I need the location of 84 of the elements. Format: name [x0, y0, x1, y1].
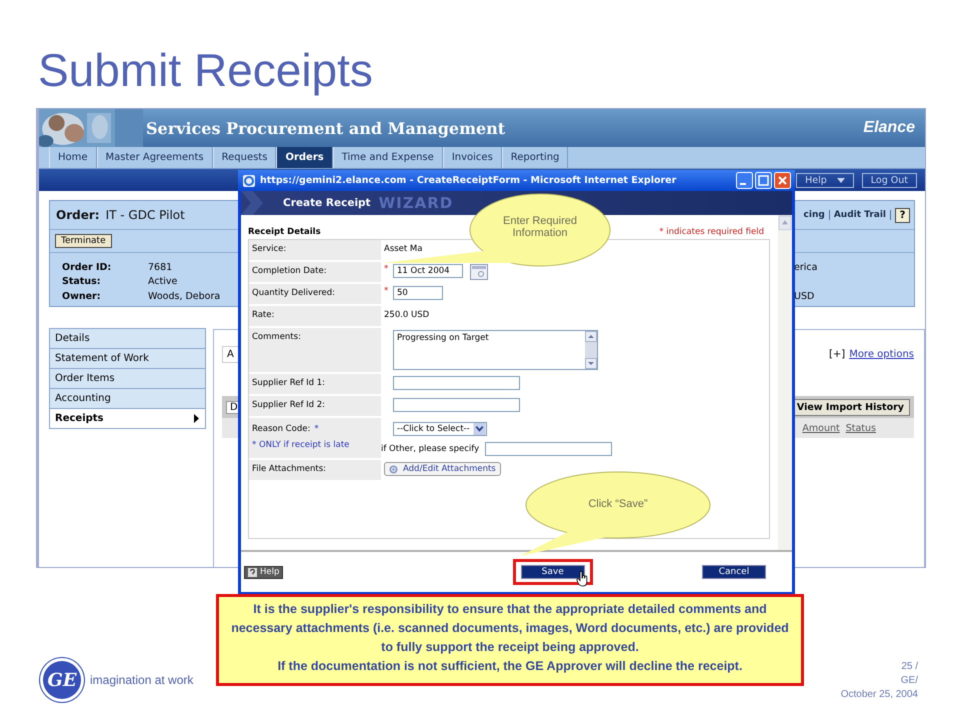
- input-field[interactable]: [485, 442, 612, 456]
- chevron-down-icon: [472, 423, 486, 435]
- field-value: Active: [148, 276, 178, 288]
- window-title: https://gemini2.elance.com - CreateReceiptForm - Microsoft Internet Explorer: [260, 175, 676, 186]
- terminate-button[interactable]: Terminate: [55, 234, 112, 248]
- menu-item[interactable]: Order Items: [49, 368, 206, 389]
- note-text: If the documentation is not sufficient, the GE Approver will decline the receipt.: [276, 658, 744, 675]
- field-value: 250.0 USD: [384, 309, 430, 320]
- menu-item[interactable]: Statement of Work: [49, 348, 206, 369]
- callout-text: Enter Required Information: [502, 215, 578, 239]
- required-marker: *: [384, 264, 390, 274]
- field-label: Quantity Delivered:: [252, 288, 335, 298]
- field-label: Completion Date:: [252, 266, 327, 276]
- menu-item[interactable]: Accounting: [49, 388, 206, 409]
- tagline: imagination at work: [90, 673, 194, 687]
- nav-tab[interactable]: Invoices: [442, 147, 502, 168]
- field-label: if Other, please specify: [381, 444, 480, 454]
- field-label: Reason Code:: [252, 424, 310, 434]
- column-header[interactable]: Amount: [802, 422, 840, 434]
- required-note: * indicates required field: [659, 227, 764, 237]
- input-field[interactable]: [393, 398, 520, 412]
- field-value: Asset Ma: [384, 243, 422, 254]
- column-header[interactable]: Status: [846, 422, 876, 434]
- hint-text: * ONLY if receipt is late: [252, 440, 350, 450]
- expand-marker: [+]: [829, 348, 846, 360]
- minimize-icon[interactable]: [736, 172, 753, 189]
- comments-field[interactable]: Progressing on Target: [393, 330, 598, 370]
- field-label: Comments:: [252, 332, 301, 342]
- hand-cursor-icon: [576, 571, 588, 587]
- order-name: IT - GDC Pilot: [106, 208, 185, 222]
- input-field[interactable]: 50: [393, 286, 443, 300]
- attachments-button[interactable]: Add/Edit Attachments: [384, 462, 501, 476]
- app-title: Services Procurement and Management: [146, 118, 506, 138]
- top-button[interactable]: Log Out: [862, 172, 917, 188]
- input-field[interactable]: [393, 376, 520, 390]
- required-marker: *: [384, 286, 390, 296]
- wizard-title: Create Receipt: [283, 197, 371, 209]
- help-button[interactable]: Help: [244, 566, 284, 578]
- nav-tab[interactable]: Time and Expense: [332, 147, 443, 168]
- field-value: erica: [794, 262, 818, 273]
- dropdown[interactable]: --Click to Select--: [393, 422, 487, 436]
- field-label: Owner:: [62, 290, 101, 302]
- nav-link[interactable]: Audit Trail: [834, 210, 891, 220]
- watermark-text: WIZARD: [378, 193, 454, 214]
- company-name: GE/: [900, 674, 918, 688]
- menu-item[interactable]: Details: [49, 328, 206, 349]
- field-label: Order ID:: [62, 262, 112, 273]
- field-label: File Attachments:: [252, 464, 326, 474]
- cancel-button[interactable]: Cancel: [702, 565, 766, 579]
- callout-text: Click “Save”: [587, 498, 649, 510]
- help-button[interactable]: ?: [895, 208, 910, 222]
- nav-tab[interactable]: Orders: [276, 147, 333, 168]
- date-text: October 25, 2004: [840, 688, 918, 702]
- date-field[interactable]: 11 Oct 2004: [393, 264, 463, 278]
- save-button[interactable]: Save: [520, 565, 585, 579]
- field-label: Supplier Ref Id 1:: [252, 378, 326, 388]
- section-title: Receipt Details: [248, 227, 321, 237]
- close-icon[interactable]: [774, 172, 791, 189]
- required-marker: *: [314, 424, 319, 434]
- calendar-icon[interactable]: [470, 264, 488, 280]
- nav-tab[interactable]: Master Agreements: [96, 147, 213, 168]
- browser-icon: [242, 174, 256, 188]
- nav-tab[interactable]: Home: [49, 147, 97, 168]
- maximize-icon[interactable]: [755, 172, 772, 189]
- nav-tab[interactable]: Reporting: [502, 147, 568, 168]
- note-text: It is the supplier's responsibility to ensure that the appropriate detailed comments and necessary attachments (i.e. scanned documents, images, Word documents, etc.) are provided to fully support the receipt being approved.: [230, 601, 790, 656]
- nav-link[interactable]: cing: [804, 210, 830, 220]
- app-logo: Elance: [863, 119, 915, 137]
- slide-title: Submit Receipts: [37, 43, 374, 98]
- field-label: Supplier Ref Id 2:: [252, 400, 326, 410]
- top-button[interactable]: Help: [796, 172, 854, 188]
- logo: GE: [40, 658, 84, 702]
- field-value: 7681: [148, 262, 172, 273]
- page-number: 25 /: [901, 660, 918, 674]
- question-icon: [248, 568, 257, 576]
- menu-item[interactable]: Receipts: [49, 408, 206, 429]
- triangle-icon: [194, 414, 199, 423]
- field-value: Woods, Debora: [148, 290, 220, 302]
- field-label: Service:: [252, 244, 286, 254]
- more-options-link[interactable]: More options: [849, 348, 914, 360]
- order-label: Order:: [56, 208, 100, 222]
- field-label: Status:: [62, 276, 101, 288]
- field-label: Rate:: [252, 310, 274, 320]
- field-value: USD: [794, 290, 814, 302]
